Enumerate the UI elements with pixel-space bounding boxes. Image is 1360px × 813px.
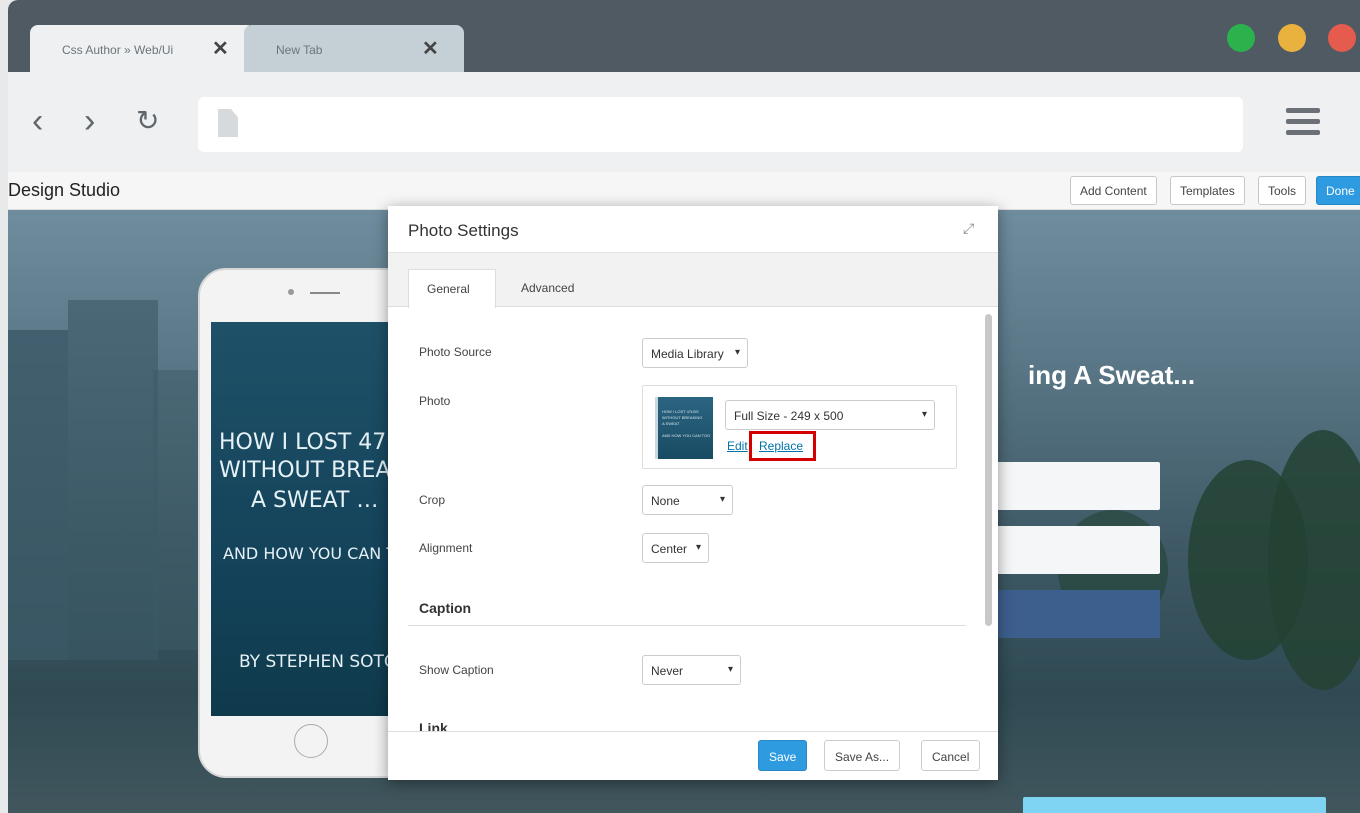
thumb-line: AND HOW YOU CAN TOO [662,433,711,438]
close-window-button[interactable] [1328,24,1356,52]
cover-line: WITHOUT BREAKI [219,458,411,483]
tab-label: Css Author » Web/Ui [62,43,174,57]
chevron-down-icon: ▾ [695,542,701,553]
address-bar[interactable] [198,97,1243,152]
builder-title: Design Studio [8,180,121,200]
crop-select[interactable]: None ▾ [642,485,733,515]
cover-line: HOW I LOST 47LB [219,430,411,455]
photo-settings-dialog: Photo Settings ⤢ General Advanced Photo … [388,206,998,780]
alignment-label: Alignment [419,541,473,555]
tab-css-author[interactable]: Css Author » Web/Ui ✕ [30,25,255,72]
done-button[interactable]: Done [1316,176,1360,205]
section-divider [408,625,966,626]
tab-new-tab[interactable]: New Tab ✕ [244,25,464,72]
tab-label: New Tab [276,43,323,57]
show-caption-label: Show Caption [419,663,494,677]
background-tree [1268,430,1360,690]
tab-general[interactable]: General [408,269,496,308]
templates-button[interactable]: Templates [1170,176,1245,205]
alignment-select[interactable]: Center ▾ [642,533,709,563]
screenshot-frame: Css Author » Web/Ui ✕ New Tab ✕ ‹ › ↻ De… [0,0,1360,813]
cover-line: A SWEAT … [251,488,379,513]
photo-label: Photo [419,394,451,408]
add-content-button[interactable]: Add Content [1070,176,1157,205]
dialog-tabs: General Advanced [388,253,998,308]
close-icon[interactable]: ✕ [212,36,229,61]
thumb-line: WITHOUT BREAKING [662,415,703,420]
page-banner [1023,797,1326,813]
photo-source-select[interactable]: Media Library ▾ [642,338,748,368]
edit-photo-link[interactable]: Edit [727,439,748,453]
replace-photo-link[interactable]: Replace [759,439,803,453]
select-value: Never [651,664,684,678]
cancel-button[interactable]: Cancel [921,740,981,771]
page-icon [218,109,238,137]
link-section-heading: Link [419,720,448,731]
chevron-down-icon: ▾ [734,347,740,358]
photo-thumbnail[interactable]: HOW I LOST 47LBS WITHOUT BREAKING A SWEA… [655,397,713,459]
background-building [8,330,68,660]
phone-speaker [310,292,340,294]
save-as-button[interactable]: Save As... [824,740,901,771]
builder-bar: Design Studio Add Content Templates Tool… [8,172,1360,210]
reload-icon[interactable]: ↻ [136,104,159,138]
maximize-button[interactable] [1227,24,1255,52]
browser-tab-bar: Css Author » Web/Ui ✕ New Tab ✕ [8,0,1360,72]
crop-label: Crop [419,493,446,507]
dialog-title: Photo Settings [408,221,519,240]
expand-icon[interactable]: ⤢ [963,220,974,237]
hamburger-menu-icon[interactable] [1286,108,1320,141]
forward-icon[interactable]: › [84,104,95,138]
phone-camera [288,289,294,295]
page-heading: ing A Sweat... [1028,360,1196,390]
background-building [153,370,198,650]
phone-home-button [294,724,328,758]
dialog-scrollbar[interactable] [985,314,992,626]
close-icon[interactable]: ✕ [422,36,439,61]
minimize-button[interactable] [1278,24,1306,52]
photo-picker: HOW I LOST 47LBS WITHOUT BREAKING A SWEA… [642,385,957,469]
chevron-down-icon: ▾ [719,494,725,505]
ebook-cover: HOW I LOST 47LB WITHOUT BREAKI A SWEAT …… [211,322,411,716]
thumb-line: HOW I LOST 47LBS [662,409,699,414]
select-value: Full Size - 249 x 500 [734,409,844,423]
back-icon[interactable]: ‹ [32,104,43,138]
select-value: None [651,494,680,508]
select-value: Media Library [651,347,724,361]
save-button[interactable]: Save [758,740,808,771]
cover-line: BY STEPHEN SOTO [239,652,398,672]
dialog-header: Photo Settings ⤢ [388,206,998,253]
browser-toolbar: ‹ › ↻ [8,72,1360,172]
tab-advanced[interactable]: Advanced [503,269,592,308]
caption-section-heading: Caption [419,600,472,616]
photo-size-select[interactable]: Full Size - 249 x 500 ▾ [725,400,935,430]
chevron-down-icon: ▾ [921,409,927,420]
select-value: Center [651,542,688,556]
tools-button[interactable]: Tools [1258,176,1307,205]
background-building [68,300,158,660]
show-caption-select[interactable]: Never ▾ [642,655,741,685]
dialog-footer: Save Save As... Cancel [388,731,998,780]
cover-line: AND HOW YOU CAN TO [223,544,409,563]
thumb-line: A SWEAT [662,421,680,426]
phone-mockup: HOW I LOST 47LB WITHOUT BREAKI A SWEAT …… [198,268,418,778]
photo-source-label: Photo Source [419,345,492,359]
dialog-body: Photo Source Media Library ▾ Photo HOW I… [388,307,998,731]
chevron-down-icon: ▾ [727,664,733,675]
